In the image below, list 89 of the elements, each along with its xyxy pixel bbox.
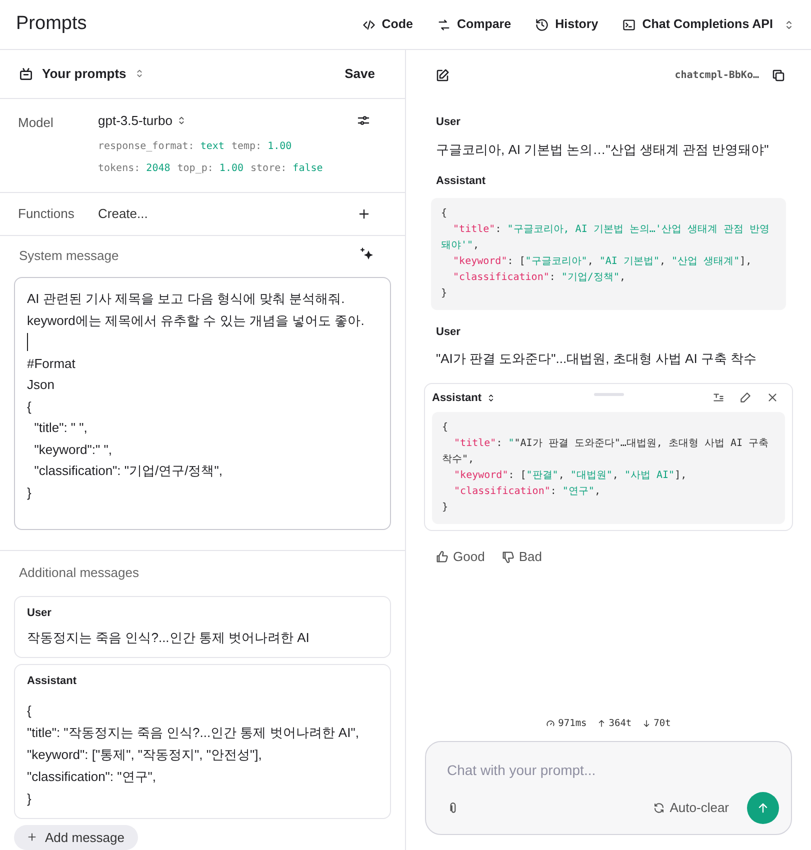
thumbs-up-icon [435,550,449,564]
model-parameter: tokens: 2048 [98,162,170,176]
message-card[interactable]: Assistant { "title": "작동정지는 죽음 인식?...인간 통제 벗어나려한 AI", "keyword": ["통제", "작동정지", "안전성"], "classification": "연구", } [14,664,391,818]
page-title: Prompts [16,12,87,36]
model-parameter: top_p: 1.00 [177,162,244,176]
code-line: { [441,206,448,220]
code-line: } [441,286,448,300]
text-line: { [27,398,32,416]
role-label: Assistant [435,174,487,189]
message-line: "title": "작동정지는 죽음 인식?...인간 통제 벗어나려한 AI", [27,724,360,742]
arrow-up-icon [596,719,606,728]
code-line: } [442,501,450,515]
text-line: keyword에는 제목에서 유추할 수 있는 개념을 넣어도 좋아. [27,312,366,330]
code-line: { [442,421,450,435]
arrow-down-icon [642,719,651,728]
message-text: 구글코리아, AI 기본법 논의…"산업 생태계 관점 반영돼야" [436,140,770,158]
model-parameter: store: false [250,162,323,176]
text-format-icon [712,391,725,404]
gauge-icon [546,719,556,728]
history-icon [535,18,550,32]
model-parameter: temp: 1.00 [231,140,292,154]
text-cursor [27,332,28,351]
edit-button[interactable] [435,68,450,82]
model-parameter: response_format: text [98,140,224,154]
stat-value: 70t [654,716,671,731]
format-button[interactable] [712,391,725,404]
model-dropdown[interactable]: gpt-3.5-turbo [98,110,188,130]
close-button[interactable] [766,391,779,404]
code-line: "classification": "기업/정책", [452,270,626,284]
send-button[interactable] [747,792,779,824]
create-function-link[interactable]: Create... [98,204,357,224]
message-line: } [27,790,32,808]
auto-clear-button[interactable]: Auto-clear [652,798,729,818]
text-line: Json [27,376,56,394]
refresh-icon [652,802,665,814]
message-line: 작동정지는 죽음 인식?...인간 통제 벗어나려한 AI [27,629,310,647]
header-link[interactable]: Compare [436,15,512,34]
text-line: "keyword":" ", [33,440,113,459]
message-line: "classification": "연구", [27,768,157,786]
prompts-dropdown[interactable]: Your prompts [18,64,146,84]
message-text: "AI가 판결 도와준다"...대법원, 초대형 사법 AI 구축 착수 [436,350,758,368]
text-line: "classification": "기업/연구/정책", [33,462,224,480]
pencil-icon [739,391,752,404]
save-button[interactable]: Save [344,64,387,84]
role-label: User [436,115,462,130]
message-line: { [27,702,32,720]
field-label: Functions [18,205,76,224]
edit-button[interactable] [739,391,752,404]
chat-input[interactable]: Chat with your prompt... [447,760,770,781]
edit-icon [435,68,450,82]
stat-value: 971ms [558,716,587,731]
code-line: "title": "구글코리아, AI 기본법 논의…'산업 생태계 관점 반영돼야'", [441,222,770,252]
terminal-icon [622,18,636,32]
code-icon [362,18,376,32]
plus-icon [357,206,371,221]
code-line: "classification": "연구", [453,485,602,499]
copy-button[interactable] [771,68,786,82]
add-message-button[interactable]: Add message [14,824,138,850]
good-button[interactable]: Good [435,547,485,566]
arrows-icon [436,18,451,32]
close-icon [766,391,779,404]
bad-button[interactable]: Bad [500,547,542,566]
arrow-up-icon [756,801,770,815]
section-label: Additional messages [18,564,140,582]
message-card[interactable]: User 작동정지는 죽음 인식?...인간 통제 벗어나려한 AI [14,596,391,658]
text-line: "title": " ", [33,419,88,437]
message-card[interactable]: Assistant { "title": ""AI가 판결 도와준다"…대법원, 초대형 사법 AI 구축 착수", "keyword": ["판결", "대법원", "사법 AI"], "classification": "연구", } [424,382,793,531]
code-line: "keyword": ["구글코리아", "AI 기본법", "산업 생태계"], [452,254,753,268]
role-label: User [27,606,52,620]
role-label: Assistant [27,674,78,689]
role-label: User [436,324,462,340]
copy-icon [771,68,786,82]
completion-id: chatcmpl-BbKo… [674,68,759,82]
plus-icon [27,832,37,842]
header-link[interactable]: Code [362,15,413,34]
code-line: "keyword": ["판결", "대법원", "사법 AI"], [453,469,688,483]
role-dropdown[interactable]: Assistant [432,390,496,406]
thumbs-down-icon [500,550,515,564]
header-link[interactable]: History [535,15,598,34]
text-line: AI 관련된 기사 제목을 보고 다음 형식에 맞춰 분석해줘. [27,290,346,308]
stat-value: 364t [608,716,632,731]
message-line: "keyword": ["통제", "작동정지", "안전성"], [27,746,263,764]
field-label: Model [18,114,54,132]
section-label: System message [19,246,119,265]
text-line: } [27,484,32,502]
text-line: #Format [27,354,76,372]
header-link[interactable]: Chat Completions API [622,15,795,34]
code-line: "title": ""AI가 판결 도와준다"…대법원, 초대형 사법 AI 구축 착수", [442,437,770,467]
system-message-field[interactable]: AI 관련된 기사 제목을 보고 다음 형식에 맞춰 분석해줘. keyword에는 제목에서 유추할 수 있는 개념을 넣어도 좋아. #Format Json { "title": " ", "keyword":" ", "classification": "기업/연구/정책", } [14,277,391,530]
